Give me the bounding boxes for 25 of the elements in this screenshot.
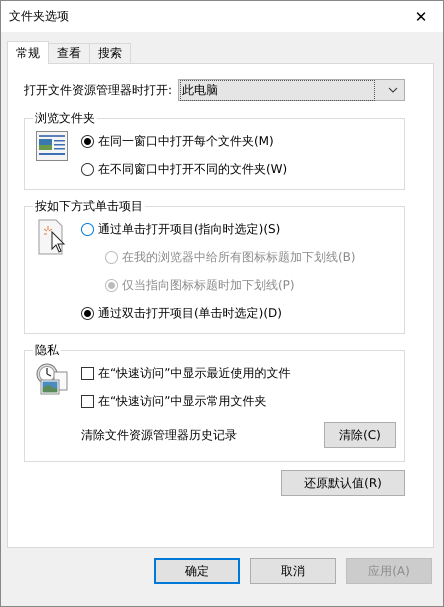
clock-document-icon (36, 363, 68, 395)
radio-option: 仅当指向图标标题时加下划线(P) (105, 276, 295, 294)
checkbox-option[interactable]: 在“快速访问”中显示常用文件夹 (81, 392, 266, 410)
window-title: 文件夹选项 (9, 8, 69, 25)
checkbox-option[interactable]: 在“快速访问”中显示最近使用的文件 (81, 364, 290, 382)
tab[interactable]: 常规 (7, 41, 49, 64)
pointer-document-icon (38, 219, 66, 255)
history-label: 清除文件资源管理器历史记录 (81, 426, 237, 444)
group-title: 按如下方式单击项目 (34, 198, 144, 215)
radio-option[interactable]: 通过双击打开项目(单击时选定)(D) (81, 304, 282, 322)
group-title: 隐私 (34, 342, 60, 359)
dialog-button[interactable]: 确定 (154, 558, 240, 584)
tab[interactable]: 搜索 (89, 43, 131, 63)
radio-option[interactable]: 在不同窗口中打开不同的文件夹(W) (81, 160, 288, 178)
dropdown[interactable]: 此电脑 (178, 79, 405, 101)
chevron-down-icon (388, 87, 398, 93)
dialog-button[interactable]: 取消 (250, 558, 336, 584)
radio-option[interactable]: 在同一窗口中打开每个文件夹(M) (81, 132, 274, 150)
radio-option[interactable]: 通过单击打开项目(指向时选定)(S) (81, 220, 280, 238)
radio-option: 在我的浏览器中给所有图标标题加下划线(B) (105, 248, 356, 266)
restore-defaults-button[interactable]: 还原默认值(R) (281, 470, 405, 496)
clear-button[interactable]: 清除(C) (324, 422, 396, 448)
field-label: 打开文件资源管理器时打开: (24, 82, 172, 98)
window-icon (36, 131, 68, 161)
group-title: 浏览文件夹 (34, 110, 96, 127)
